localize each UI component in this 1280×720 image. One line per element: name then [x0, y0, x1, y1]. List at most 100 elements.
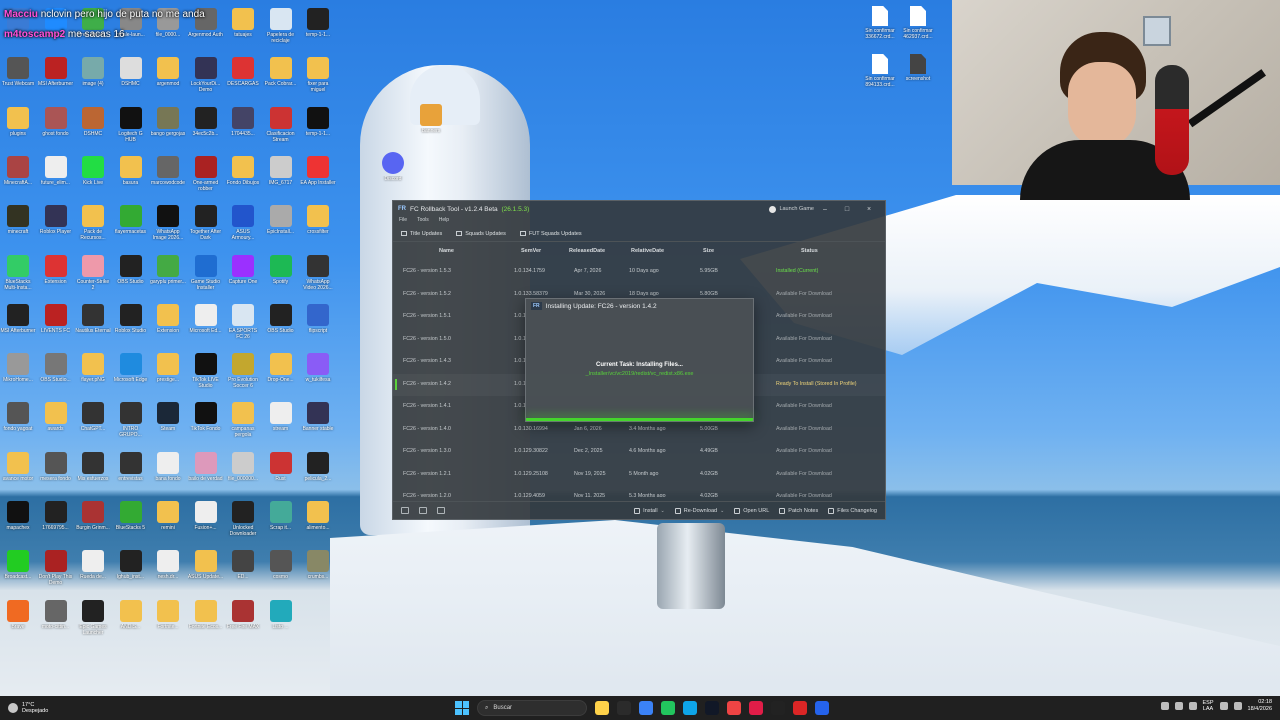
- desktop-icon[interactable]: Scrap it...: [263, 501, 299, 537]
- desktop-icon[interactable]: Brave: [0, 599, 36, 636]
- taskbar-app-icon[interactable]: [771, 701, 785, 715]
- taskbar-app-icon[interactable]: [793, 701, 807, 715]
- desktop-icon[interactable]: remini: [150, 501, 186, 537]
- desktop-icon[interactable]: 17669795...: [38, 501, 74, 537]
- desktop-icon[interactable]: LockYourDi... Demo: [188, 57, 224, 93]
- desktop-icon[interactable]: flipscript: [300, 303, 336, 340]
- desktop-icon[interactable]: prestige...: [150, 353, 186, 389]
- weather-widget[interactable]: 17°C Despejado: [0, 702, 48, 714]
- desktop-icon[interactable]: garyplu primer...: [150, 254, 186, 291]
- desktop-icon[interactable]: Extension: [38, 254, 74, 291]
- volume-icon[interactable]: [1233, 702, 1242, 710]
- desktop-icon[interactable]: ChatGPT...: [75, 402, 111, 438]
- close-icon[interactable]: ×: [858, 206, 880, 213]
- table-row[interactable]: FC26 - version 1.2.1 1.0.129.25108 Nov 19,…: [393, 464, 885, 487]
- column-header-semver[interactable]: SemVer: [521, 248, 541, 254]
- desktop-icon[interactable]: INTRO GRUPO...: [113, 402, 149, 438]
- desktop-icon[interactable]: ASUS Armoury...: [225, 205, 261, 241]
- desktop-icon[interactable]: Fortnite...: [150, 599, 186, 636]
- desktop-icon[interactable]: image (4): [75, 57, 111, 93]
- tab-fut-squads-updates[interactable]: FUT Squads Updates: [519, 231, 582, 237]
- desktop-icon[interactable]: Logitech G HUB: [113, 106, 149, 143]
- desktop-icon[interactable]: One-armed robber: [188, 155, 224, 192]
- desktop-icon[interactable]: Listo ...: [263, 599, 299, 636]
- patch-notes-button[interactable]: Patch Notes: [779, 507, 818, 514]
- minimize-icon[interactable]: –: [814, 206, 836, 213]
- desktop-icon[interactable]: Banner stable: [300, 402, 336, 438]
- desktop-icon[interactable]: 1704435...: [225, 106, 261, 143]
- desktop-icon[interactable]: Trust Webcam: [0, 57, 36, 93]
- desktop-icon[interactable]: WhatsApp Video 2026...: [300, 254, 336, 291]
- desktop-icon[interactable]: Rust: [263, 451, 299, 488]
- taskbar-app-icon[interactable]: [727, 701, 741, 715]
- desktop-icon[interactable]: Game Studio Installer: [188, 254, 224, 291]
- desktop-icon[interactable]: Fortnite Ecos...: [188, 599, 224, 636]
- desktop-icon[interactable]: OBS Studio: [113, 254, 149, 291]
- desktop-icon[interactable]: argenmod: [150, 57, 186, 93]
- redownload-button[interactable]: Re-Download ⌄: [674, 507, 724, 514]
- desktop-icon[interactable]: Burgin Grinm...: [75, 501, 111, 537]
- desktop-icon[interactable]: Rueda de...: [75, 550, 111, 586]
- clock[interactable]: 02:18 18/4/2026: [1248, 699, 1272, 713]
- desktop-icon[interactable]: entrevistas: [113, 451, 149, 488]
- desktop-icon[interactable]: Mis esfuerzos: [75, 451, 111, 488]
- desktop-icon[interactable]: stream: [263, 402, 299, 438]
- column-header-relative[interactable]: RelativeDate: [631, 248, 664, 254]
- open-url-button[interactable]: Open URL: [734, 507, 769, 514]
- install-button[interactable]: Install ⌄: [634, 507, 665, 514]
- desktop-icon[interactable]: Roblox Player: [38, 205, 74, 241]
- desktop-icon[interactable]: Broadcast...: [0, 550, 36, 586]
- tab-title-updates[interactable]: Title Updates: [401, 231, 442, 237]
- desktop-icon[interactable]: w_tukilfesa: [300, 353, 336, 389]
- desktop-icon[interactable]: Fondo Dibujos: [225, 155, 261, 192]
- desktop-icon[interactable]: Free Fire MAX: [225, 599, 261, 636]
- desktop-icon[interactable]: file_000000...: [225, 451, 261, 488]
- desktop-icon[interactable]: temp-1-1...: [300, 8, 336, 44]
- desktop-icon[interactable]: crumbs...: [300, 550, 336, 586]
- desktop-icon[interactable]: bailo de verdad: [188, 451, 224, 488]
- desktop-icon[interactable]: Pro Evolution Soccer 6: [225, 353, 261, 389]
- chevron-down-icon[interactable]: ⌄: [720, 508, 724, 514]
- desktop-icon[interactable]: Don't Play This Demo: [38, 550, 74, 586]
- desktop-icon-banners[interactable]: Banners: [413, 104, 449, 140]
- table-row[interactable]: FC26 - version 1.2.0 1.0.129.4059 Nov 11, …: [393, 486, 885, 497]
- desktop-icon[interactable]: Microsoft Ed...: [188, 303, 224, 340]
- desktop-icon[interactable]: marcowodcode: [150, 155, 186, 192]
- desktop-icon[interactable]: crossfilter: [300, 205, 336, 241]
- desktop-icon[interactable]: TikTok Fondo: [188, 402, 224, 438]
- launch-game-button[interactable]: Launch Game: [769, 205, 814, 213]
- taskbar-app-icon[interactable]: [705, 701, 719, 715]
- language-indicator[interactable]: ESP LAA: [1203, 700, 1214, 712]
- desktop-icon[interactable]: Unlocked Downloader: [225, 501, 261, 537]
- chevron-up-icon[interactable]: [1160, 702, 1169, 710]
- folder-icon[interactable]: [437, 507, 445, 514]
- desktop-icon[interactable]: pelicula_2...: [300, 451, 336, 488]
- column-header-size[interactable]: Size: [703, 248, 714, 254]
- desktop-icon[interactable]: temp-1-1...: [300, 106, 336, 143]
- desktop-file-2[interactable]: Sin confirmar 462937.crd...: [890, 6, 946, 40]
- desktop-icon-discord[interactable]: Discord: [375, 152, 411, 188]
- desktop-icon[interactable]: MikroHome...: [0, 353, 36, 389]
- desktop-icon[interactable]: DESCARGAS: [225, 57, 261, 93]
- desktop-icon[interactable]: Pack de Recursos...: [75, 205, 111, 241]
- taskbar-app-icon[interactable]: [661, 701, 675, 715]
- desktop-icon[interactable]: Steam: [150, 402, 186, 438]
- table-row[interactable]: FC26 - version 1.5.3 1.0.134.1759 Apr 7, 2…: [393, 261, 885, 284]
- desktop-icon[interactable]: alimento...: [300, 501, 336, 537]
- desktop-icon[interactable]: MSI Afterburner: [0, 303, 36, 340]
- desktop-icon[interactable]: bango gergojas: [150, 106, 186, 143]
- desktop-icon[interactable]: tatuajes: [225, 8, 261, 44]
- desktop-icon[interactable]: ASUS Update...: [188, 550, 224, 586]
- taskbar-app-icon[interactable]: [617, 701, 631, 715]
- taskbar-app-icon[interactable]: [639, 701, 653, 715]
- desktop-icon[interactable]: ANDIS...: [113, 599, 149, 636]
- desktop-icon[interactable]: Nautilus Eternal: [75, 303, 111, 340]
- desktop-icon[interactable]: fondo yagoat: [0, 402, 36, 438]
- desktop-icon[interactable]: awards: [38, 402, 74, 438]
- desktop-icon[interactable]: BlueStacks Multi-Insta...: [0, 254, 36, 291]
- desktop-icon[interactable]: MinecraftA...: [0, 155, 36, 192]
- desktop-icon[interactable]: BlueStacks 5: [113, 501, 149, 537]
- desktop-icon[interactable]: avance motor: [0, 451, 36, 488]
- desktop-icon[interactable]: Clasificacion Stream: [263, 106, 299, 143]
- desktop-icon[interactable]: Together After Dark: [188, 205, 224, 241]
